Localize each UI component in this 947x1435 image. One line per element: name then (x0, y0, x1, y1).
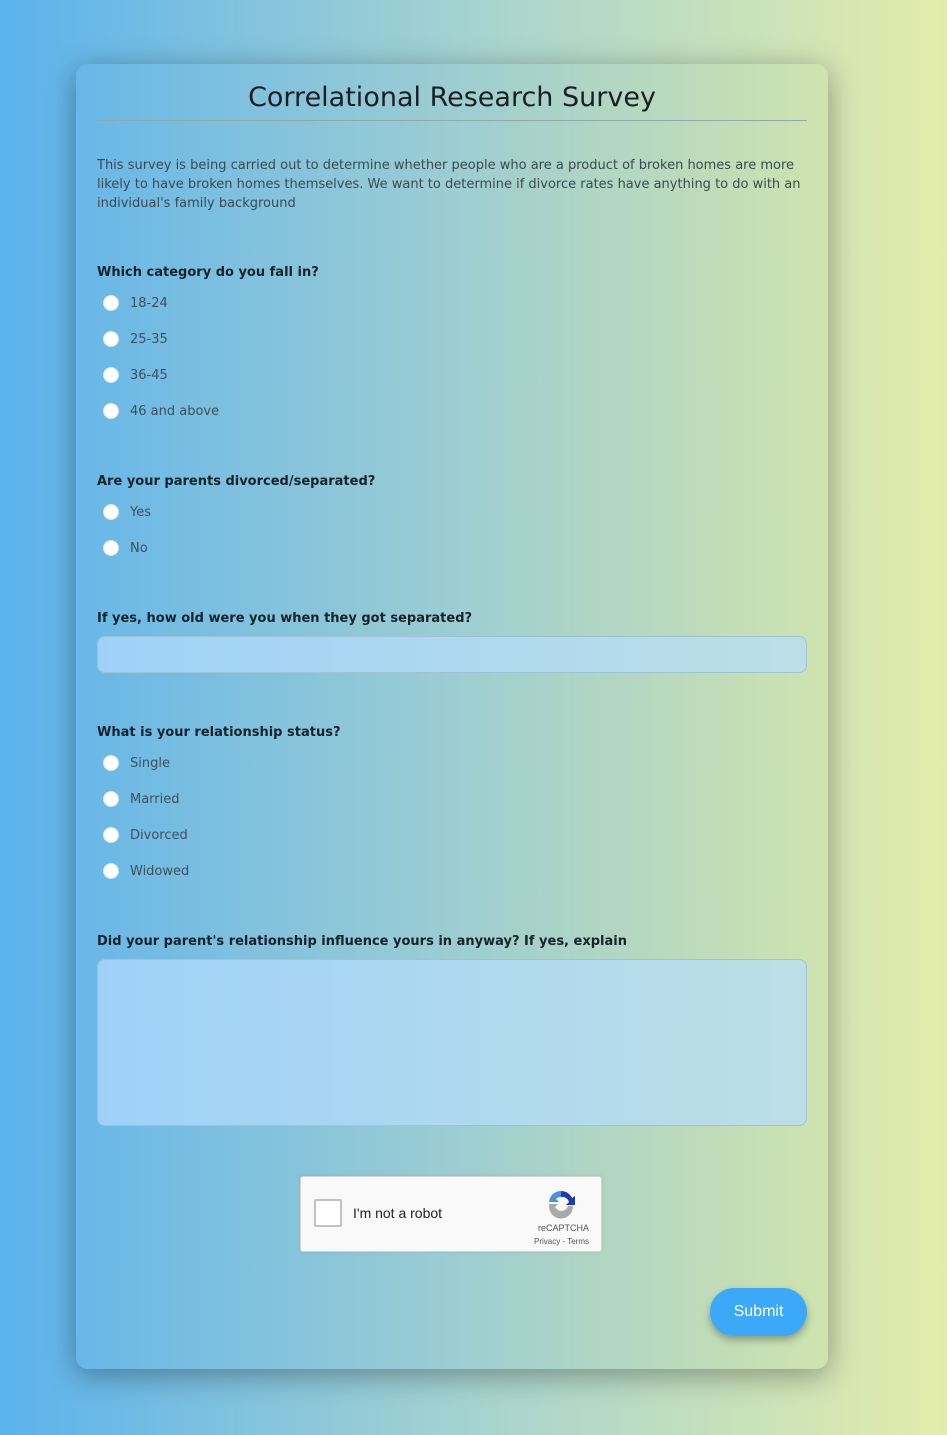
radio-status-divorced[interactable]: Divorced (103, 826, 188, 844)
captcha-label: I'm not a robot (353, 1205, 443, 1221)
radio-circle[interactable] (103, 295, 119, 311)
survey-card: Correlational Research Survey This surve… (76, 64, 828, 1369)
title-divider (97, 120, 807, 121)
captcha-checkbox[interactable] (314, 1199, 342, 1227)
question-age-separated: If yes, how old were you when they got s… (97, 611, 473, 626)
radio-age-18-24[interactable]: 18-24 (103, 294, 168, 312)
radio-circle[interactable] (103, 504, 119, 520)
option-label: Married (130, 791, 180, 807)
submit-button[interactable]: Submit (710, 1288, 807, 1336)
radio-circle[interactable] (103, 827, 119, 843)
radio-parents-no[interactable]: No (103, 539, 148, 557)
radio-circle[interactable] (103, 863, 119, 879)
radio-circle[interactable] (103, 403, 119, 419)
radio-status-widowed[interactable]: Widowed (103, 862, 189, 880)
radio-circle[interactable] (103, 791, 119, 807)
option-label: Divorced (130, 827, 188, 843)
radio-age-25-35[interactable]: 25-35 (103, 330, 168, 348)
radio-parents-yes[interactable]: Yes (103, 503, 151, 521)
recaptcha-icon (549, 1190, 575, 1219)
option-label: 46 and above (130, 403, 220, 419)
option-label: Widowed (130, 863, 190, 879)
radio-circle[interactable] (103, 367, 119, 383)
radio-circle[interactable] (103, 331, 119, 347)
option-label: 25-35 (130, 331, 168, 347)
question-age: Which category do you fall in? (97, 265, 319, 280)
option-label: 18-24 (130, 295, 168, 311)
captcha-brand: reCAPTCHA (537, 1223, 589, 1233)
radio-age-36-45[interactable]: 36-45 (103, 366, 168, 384)
option-label: No (130, 540, 148, 556)
question-parents: Are your parents divorced/separated? (97, 474, 376, 489)
question-influence: Did your parent's relationship influence… (97, 934, 627, 949)
radio-circle[interactable] (103, 540, 119, 556)
question-status: What is your relationship status? (97, 725, 341, 740)
captcha-links: Privacy - Terms (534, 1237, 589, 1246)
page-title: Correlational Research Survey (248, 82, 656, 113)
radio-status-single[interactable]: Single (103, 754, 170, 772)
option-label: 36-45 (130, 367, 168, 383)
option-label: Yes (130, 504, 151, 520)
radio-circle[interactable] (103, 755, 119, 771)
option-label: Single (130, 755, 170, 771)
privacy-link[interactable]: Privacy (534, 1237, 560, 1246)
age-separated-input[interactable] (97, 636, 807, 673)
terms-link[interactable]: Terms (567, 1237, 589, 1246)
survey-description: This survey is being carried out to dete… (97, 158, 801, 211)
recaptcha-widget: I'm not a robot reCAPTCHA Privacy - Term… (300, 1176, 602, 1252)
radio-age-46-above[interactable]: 46 and above (103, 402, 219, 420)
influence-textarea[interactable] (97, 959, 807, 1126)
radio-status-married[interactable]: Married (103, 790, 180, 808)
